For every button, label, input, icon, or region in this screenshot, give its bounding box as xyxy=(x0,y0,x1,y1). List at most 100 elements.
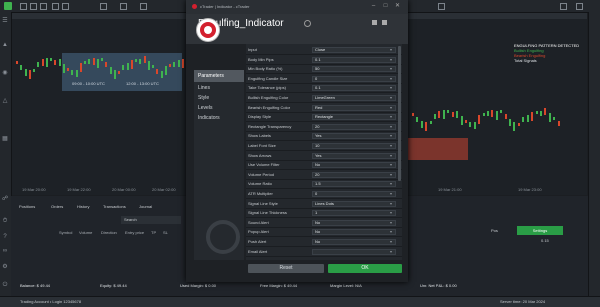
algo-icon[interactable]: ☍ xyxy=(2,196,8,202)
chevron-down-icon[interactable]: ▾ xyxy=(386,239,396,245)
scrollbar[interactable] xyxy=(398,46,401,181)
chart-panel-left[interactable]: 09:00 - 10:00 UTC 12:00 - 13:00 UTC 19 M… xyxy=(12,13,188,195)
parameter-value-field[interactable]: LimeGreen xyxy=(312,95,396,101)
chart-icon[interactable]: ▦ xyxy=(2,136,8,142)
parameter-value-field[interactable]: No xyxy=(312,162,396,169)
chevron-down-icon[interactable]: ▾ xyxy=(386,124,396,130)
parameter-value-field[interactable]: 10 xyxy=(312,143,396,149)
candle xyxy=(139,59,142,65)
sidebar-item-parameters[interactable]: Parameters xyxy=(194,70,244,82)
chevron-down-icon[interactable]: ▾ xyxy=(386,210,396,216)
minimize-icon[interactable]: – xyxy=(370,3,377,10)
chevron-down-icon[interactable]: ▾ xyxy=(386,95,396,101)
parameter-value-field[interactable]: Rectangle xyxy=(312,114,396,121)
analyze-icon[interactable]: △ xyxy=(2,98,8,104)
chevron-down-icon[interactable]: ▾ xyxy=(386,249,396,255)
tab-positions[interactable]: Positions xyxy=(19,202,35,212)
tab-journal[interactable]: Journal xyxy=(139,202,152,212)
chevron-down-icon[interactable]: ▾ xyxy=(386,172,396,178)
watchlist-icon[interactable]: ☰ xyxy=(2,18,8,24)
chevron-down-icon[interactable]: ▾ xyxy=(386,76,396,82)
close-icon[interactable]: ✕ xyxy=(394,3,401,10)
parameter-value-field[interactable]: Close xyxy=(312,47,396,53)
chart-panel-right[interactable]: ENGULFING PATTERN DETECTED Bullish Engul… xyxy=(408,13,587,195)
template-icon[interactable] xyxy=(120,3,127,10)
parameter-value-field[interactable]: 1.5 xyxy=(312,181,396,188)
parameter-value-field[interactable]: 20 xyxy=(312,171,396,178)
bearish-zone xyxy=(408,138,468,160)
parameter-value-field[interactable]: 1 xyxy=(312,210,396,217)
chevron-down-icon[interactable]: ▾ xyxy=(386,66,396,72)
parameter-value-field[interactable]: Yes xyxy=(312,152,396,159)
candle xyxy=(113,69,116,79)
link-icon[interactable]: ∞ xyxy=(2,248,8,254)
chevron-down-icon[interactable]: ▾ xyxy=(386,143,396,149)
indicator-icon[interactable] xyxy=(62,3,69,10)
copy-icon[interactable] xyxy=(372,20,377,25)
chevron-down-icon[interactable]: ▾ xyxy=(386,57,396,63)
parameter-value-field[interactable]: No xyxy=(312,239,396,245)
maximize-icon[interactable]: □ xyxy=(382,3,389,10)
sidebar-item-indicators[interactable]: Indicators xyxy=(194,112,244,124)
reset-button[interactable]: Reset xyxy=(248,264,324,273)
copy-icon[interactable]: ◉ xyxy=(2,70,8,76)
help-icon[interactable]: ? xyxy=(2,234,8,240)
ctrader-logo-icon xyxy=(4,2,12,10)
chevron-down-icon[interactable]: ▾ xyxy=(386,191,396,197)
parameter-row: Label Font Size 10 ▾ xyxy=(246,142,402,151)
tab-history[interactable]: History xyxy=(77,202,89,212)
settings-side-icon[interactable]: ⚙ xyxy=(2,264,8,270)
parameter-value-field[interactable]: 0.1 xyxy=(312,85,396,92)
parameter-value-field[interactable]: 0 xyxy=(312,75,396,82)
chevron-down-icon[interactable]: ▾ xyxy=(386,229,396,235)
chevron-down-icon[interactable]: ▾ xyxy=(386,201,396,207)
col-header: Direction xyxy=(101,230,117,235)
pos-button[interactable]: Pos xyxy=(491,226,513,235)
settings-icon[interactable] xyxy=(560,3,567,10)
timeframe-icon[interactable] xyxy=(30,3,37,10)
tab-orders[interactable]: Orders xyxy=(51,202,63,212)
chevron-down-icon[interactable]: ▾ xyxy=(386,85,396,91)
parameter-row: Body Min Pips 0.1 ▾ xyxy=(246,56,402,65)
layout-icon[interactable] xyxy=(52,3,59,10)
parameter-label: Signal Line Thickness xyxy=(248,210,287,216)
search-input[interactable]: Search xyxy=(121,216,181,224)
dialog-sidebar: Parameters Lines Style Levels Indicators xyxy=(194,70,244,260)
candle xyxy=(553,117,556,121)
parameter-value-field[interactable]: 50 xyxy=(312,66,396,73)
chart-type-icon[interactable] xyxy=(40,3,47,10)
parameter-value-field[interactable]: Lines Dots xyxy=(312,200,396,207)
chevron-down-icon[interactable]: ▾ xyxy=(386,153,396,159)
parameter-value-field[interactable]: Red xyxy=(312,104,396,111)
chevron-down-icon[interactable]: ▾ xyxy=(386,114,396,120)
chevron-down-icon[interactable]: ▾ xyxy=(386,105,396,111)
parameter-value-field[interactable]: 0.1 xyxy=(312,56,396,63)
parameter-value-field[interactable]: 0 xyxy=(312,191,396,197)
tab-transactions[interactable]: Transactions xyxy=(103,202,126,212)
alert-icon[interactable] xyxy=(140,3,147,10)
parameter-label: Min Body Ratio (%) xyxy=(248,66,283,72)
sync-icon[interactable] xyxy=(438,3,445,10)
chevron-down-icon[interactable]: ▾ xyxy=(386,220,396,226)
user-icon[interactable] xyxy=(576,3,583,10)
chevron-down-icon[interactable]: ▾ xyxy=(386,133,396,139)
parameter-value-field[interactable]: No xyxy=(312,229,396,236)
candle xyxy=(16,61,18,64)
info-icon[interactable] xyxy=(304,20,311,27)
power-icon[interactable]: ⏻ xyxy=(2,282,8,288)
history-icon[interactable]: ⏱ xyxy=(2,218,8,224)
time-label: 20 Mar 02:00 xyxy=(152,187,176,192)
chevron-down-icon[interactable]: ▾ xyxy=(386,47,396,53)
parameter-value-field[interactable]: Yes xyxy=(312,133,396,140)
drawing-icon[interactable] xyxy=(100,3,107,10)
chevron-down-icon[interactable]: ▾ xyxy=(386,181,396,187)
trade-icon[interactable]: ▲ xyxy=(2,42,8,48)
save-icon[interactable] xyxy=(382,20,387,25)
parameter-value-field[interactable]: No xyxy=(312,219,396,226)
new-chart-icon[interactable] xyxy=(20,3,27,10)
settings-button[interactable]: Settings xyxy=(517,226,563,235)
parameter-value-field[interactable] xyxy=(312,248,396,255)
chevron-down-icon[interactable]: ▾ xyxy=(386,162,396,168)
parameter-value-field[interactable]: 20 xyxy=(312,123,396,130)
ok-button[interactable]: OK xyxy=(328,264,402,273)
